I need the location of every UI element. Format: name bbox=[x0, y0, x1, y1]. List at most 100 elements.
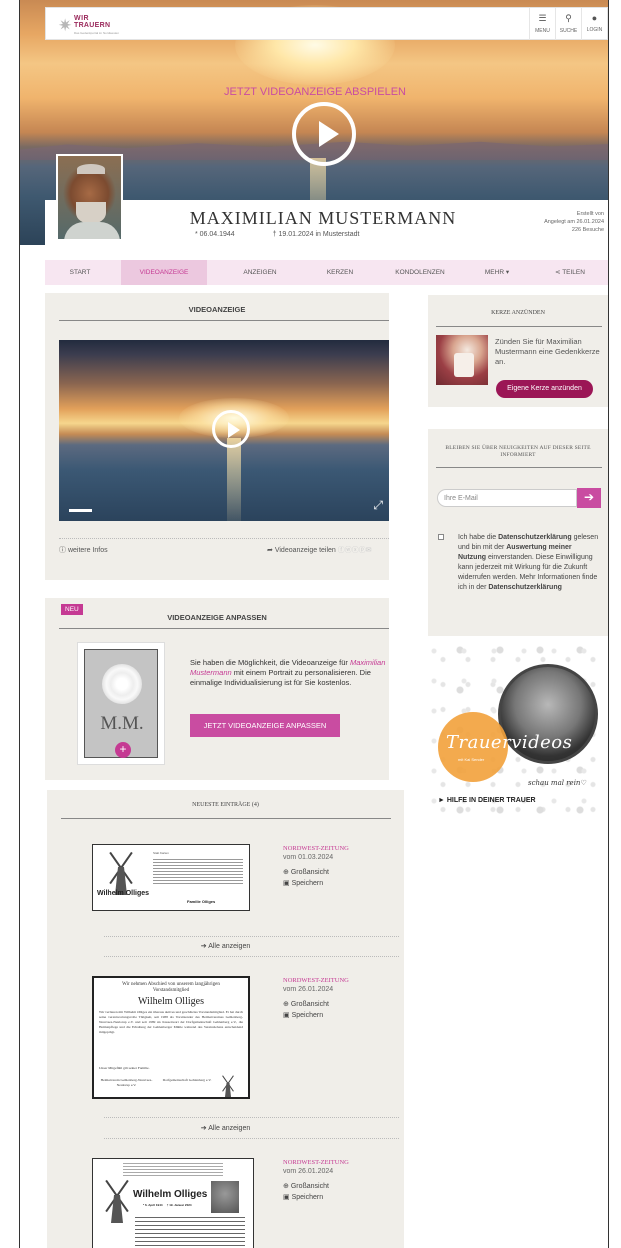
person-dates: * 06.04.1944 † 19.01.2024 in Musterstadt bbox=[195, 231, 465, 238]
fullscreen-icon[interactable]: ⤢ bbox=[373, 498, 383, 513]
menu-button[interactable]: ☰ MENU bbox=[529, 8, 555, 40]
video-progress-bar[interactable] bbox=[69, 509, 92, 512]
divider bbox=[104, 1117, 399, 1118]
login-label: LOGIN bbox=[586, 27, 603, 33]
tab-videoanzeige[interactable]: VIDEOANZEIGE bbox=[121, 260, 207, 285]
customize-text: Sie haben die Möglichkeit, die Videoanze… bbox=[190, 658, 390, 688]
windmill-icon bbox=[218, 1074, 234, 1097]
tab-start[interactable]: START bbox=[45, 260, 115, 285]
candle-section: KERZE ANZÜNDEN Zünden Sie für Maximilian… bbox=[428, 295, 608, 407]
play-icon bbox=[228, 422, 240, 438]
page-meta: Erstellt von Angelegt am 26.01.2024 226 … bbox=[544, 210, 604, 234]
logo-line2: TRAUERN bbox=[74, 22, 111, 29]
first-name: MAXIMILIAN bbox=[189, 208, 313, 228]
email-input[interactable]: Ihre E-Mail bbox=[437, 489, 577, 507]
divider bbox=[61, 818, 391, 819]
zoom-icon: ⊕ bbox=[283, 1001, 291, 1008]
video-section: VIDEOANZEIGE ⤢ ⓘ weitere Infos ➦ Videoan… bbox=[45, 293, 389, 580]
obituary-notice[interactable]: Statt Karten Wilhelm Olliges Familie Oll… bbox=[92, 844, 250, 911]
entry-date: vom 26.01.2024 bbox=[283, 1168, 334, 1175]
video-section-title: VIDEOANZEIGE bbox=[188, 305, 246, 314]
large-view-label: Großansicht bbox=[290, 869, 329, 876]
consent-text: Ich habe die Datenschutzerklärung gelese… bbox=[458, 533, 600, 593]
ad-schau-text: schau mal rein bbox=[528, 779, 581, 787]
save-label: Speichern bbox=[291, 1012, 324, 1019]
large-view-link[interactable]: ⊕ Großansicht bbox=[283, 1182, 329, 1190]
search-button[interactable]: ⚲ SUCHE bbox=[555, 8, 581, 40]
tab-kondolenzen[interactable]: KONDOLENZEN bbox=[380, 260, 460, 285]
trauervideos-ad[interactable]: Trauervideos mit Kai Sender schau mal re… bbox=[428, 642, 608, 817]
tab-kerzen[interactable]: KERZEN bbox=[310, 260, 370, 285]
tab-anzeigen[interactable]: ANZEIGEN bbox=[225, 260, 295, 285]
ad-subtitle: mit Kai Sender bbox=[458, 757, 485, 762]
notice-footer: Familie Olliges bbox=[187, 899, 216, 904]
large-view-label: Großansicht bbox=[290, 1183, 329, 1190]
divider bbox=[104, 1138, 399, 1139]
page-frame: ✷ WIR TRAUERN Das Gedenkportal im Nordwe… bbox=[19, 0, 609, 1248]
site-logo[interactable]: ✷ WIR TRAUERN Das Gedenkportal im Nordwe… bbox=[58, 13, 128, 37]
arrow-right-icon: ➔ bbox=[583, 490, 595, 504]
video-reflection bbox=[227, 438, 241, 521]
consent-checkbox[interactable] bbox=[438, 534, 444, 540]
customize-video-button[interactable]: JETZT VIDEOANZEIGE ANPASSEN bbox=[190, 714, 340, 737]
save-link[interactable]: ▣ Speichern bbox=[283, 879, 323, 887]
tab-mehr[interactable]: MEHR ▾ bbox=[467, 260, 527, 285]
social-icons: ⓕⓦⓧⓟ✉ bbox=[337, 547, 372, 554]
divider bbox=[436, 326, 602, 327]
tab-teilen[interactable]: ⋖ TEILEN bbox=[540, 260, 600, 285]
more-info-link[interactable]: ⓘ weitere Infos bbox=[59, 545, 108, 555]
add-portrait-icon[interactable]: + bbox=[115, 742, 131, 758]
hero-play-button[interactable] bbox=[292, 102, 356, 166]
notice-dates: * 6. April 1944 † 19. Januar 2024 bbox=[143, 1203, 192, 1207]
large-view-link[interactable]: ⊕ Großansicht bbox=[283, 1000, 329, 1008]
entry-date: vom 01.03.2024 bbox=[283, 854, 334, 861]
newsletter-section: BLEIBEN SIE ÜBER NEUIGKEITEN AUF DIESER … bbox=[428, 429, 608, 636]
save-link[interactable]: ▣ Speichern bbox=[283, 1011, 323, 1019]
obituary-notice[interactable]: Wir nehmen Abschied von unserem langjähr… bbox=[92, 976, 250, 1099]
newspaper-name: NORDWEST-ZEITUNG bbox=[283, 977, 349, 984]
video-play-button[interactable] bbox=[212, 410, 250, 448]
divider bbox=[104, 936, 399, 937]
large-view-link[interactable]: ⊕ Großansicht bbox=[283, 868, 329, 876]
created-by-label: Erstellt von bbox=[576, 211, 604, 217]
video-player[interactable]: ⤢ bbox=[59, 340, 389, 521]
entries-section: NEUESTE EINTRÄGE (4) Statt Karten Wilhel… bbox=[47, 790, 404, 1248]
divider bbox=[436, 467, 602, 468]
login-button[interactable]: ● LOGIN bbox=[581, 8, 607, 40]
ad-title: Trauervideos bbox=[446, 732, 573, 753]
entries-title: NEUESTE EINTRÄGE (4) bbox=[192, 802, 259, 808]
share-video-label: Videoanzeige teilen bbox=[274, 547, 336, 554]
privacy-link[interactable]: Datenschutzerklärung bbox=[498, 534, 572, 541]
play-video-link[interactable]: JETZT VIDEOANZEIGE ABSPIELEN bbox=[20, 86, 608, 98]
save-link[interactable]: ▣ Speichern bbox=[283, 1193, 323, 1201]
ad-help-link[interactable]: ► HILFE IN DEINER TRAUER bbox=[438, 797, 548, 805]
save-icon: ▣ bbox=[283, 1012, 292, 1019]
portrait-photo bbox=[56, 154, 123, 241]
notice-text-lines bbox=[135, 1217, 245, 1247]
notice-signature: Heimatverein Gehlenberg-Neuvrees-Neuloru… bbox=[100, 1078, 153, 1087]
created-date: Angelegt am 26.01.2024 bbox=[544, 219, 604, 225]
initials: M.M. bbox=[100, 713, 144, 734]
divider bbox=[59, 628, 389, 629]
visit-count: 226 Besuche bbox=[571, 227, 604, 233]
notice-name: Wilhelm Olliges bbox=[133, 1189, 208, 1200]
submit-email-button[interactable]: ➔ bbox=[577, 488, 601, 508]
save-icon: ▣ bbox=[283, 1194, 292, 1201]
tab-bar: START VIDEOANZEIGE ANZEIGEN KERZEN KONDO… bbox=[45, 260, 608, 285]
privacy-link[interactable]: Datenschutzerklärung bbox=[488, 584, 562, 591]
candle-text: Zünden Sie für Maximilian Mustermann ein… bbox=[495, 337, 600, 366]
share-video-link[interactable]: ➦ Videoanzeige teilen ⓕⓦⓧⓟ✉ bbox=[267, 545, 372, 555]
show-all-button[interactable]: ➔ Alle anzeigen bbox=[47, 1124, 404, 1132]
zoom-icon: ⊕ bbox=[283, 869, 291, 876]
show-all-button[interactable]: ➔ Alle anzeigen bbox=[47, 942, 404, 950]
obituary-notice[interactable]: Wilhelm Olliges * 6. April 1944 † 19. Ja… bbox=[92, 1158, 254, 1248]
more-info-label: weitere Infos bbox=[67, 547, 108, 554]
windmill-icon bbox=[97, 1177, 137, 1225]
light-candle-button[interactable]: Eigene Kerze anzünden bbox=[496, 380, 593, 398]
notice-signature: Dorfgemeinschaft Gehlenberg e.V. bbox=[162, 1078, 212, 1082]
notice-photo bbox=[211, 1181, 239, 1213]
rose-icon bbox=[102, 664, 142, 704]
notice-name: Wilhelm Olliges bbox=[97, 890, 150, 897]
portrait-placeholder[interactable]: M.M. + bbox=[77, 642, 165, 765]
candle-image bbox=[436, 335, 488, 385]
